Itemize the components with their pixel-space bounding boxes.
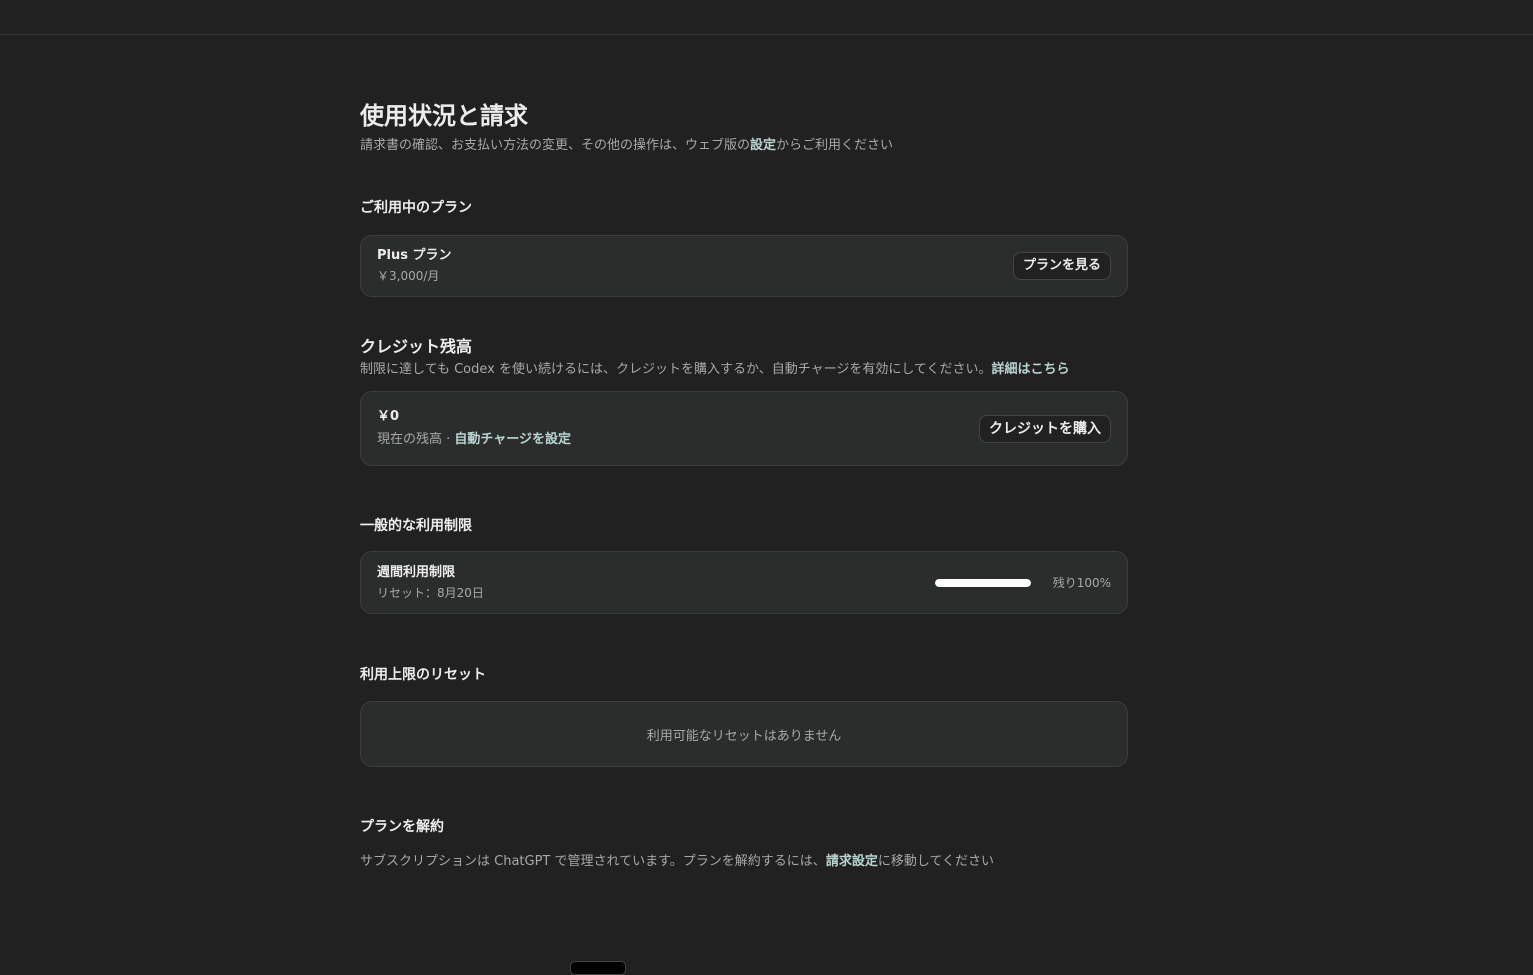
credits-title: クレジット残高 [360,337,473,356]
top-bar [0,0,1533,35]
limits-section: 一般的な利用制限 週間利用制限 リセット：8月20日 残り100% [360,516,1128,614]
plan-name: Plus プラン [377,248,452,263]
reset-section: 利用上限のリセット 利用可能なリセットはありません [360,665,1128,767]
page-subtitle: 請求書の確認、お支払い方法の変更、その他の操作は、ウェブ版の設定からご利用くださ… [360,136,1128,156]
page-subtitle-text-end: からご利用ください [776,138,894,153]
limits-title: 一般的な利用制限 [360,518,472,534]
progress-track [934,578,1031,587]
plan-card: Plus プラン ￥3,000/月 プランを見る [360,235,1128,297]
balance-label: 現在の残高 · [377,432,455,447]
credits-section: クレジット残高 制限に達しても Codex を使い続けるには、クレジットを購入す… [360,337,1128,466]
bottom-tab-handle[interactable] [570,961,626,975]
page-title: 使用状況と請求 [360,102,528,130]
balance-meta: 現在の残高 · 自動チャージを設定 [377,431,571,449]
learn-more-link[interactable]: 詳細はこちら [992,362,1070,377]
reset-date: リセット：8月20日 [377,585,484,600]
billing-settings-link[interactable]: 請求設定 [826,854,878,869]
weekly-limit-title: 週間利用制限 [377,564,456,580]
auto-charge-link[interactable]: 自動チャージを設定 [454,432,571,447]
credits-info: ￥0 現在の残高 · 自動チャージを設定 [377,408,571,449]
plan-price: ￥3,000/月 [377,269,440,283]
settings-link[interactable]: 設定 [750,138,776,153]
no-resets-text: 利用可能なリセットはありません [646,728,842,744]
cancel-desc: サブスクリプションは ChatGPT で管理されています。プランを解約するには、… [360,852,1128,872]
reset-card: 利用可能なリセットはありません [360,701,1128,767]
billing-content: 使用状況と請求 請求書の確認、お支払い方法の変更、その他の操作は、ウェブ版の設定… [360,98,1128,872]
credits-desc-text: 制限に達しても Codex を使い続けるには、クレジットを購入するか、自動チャー… [360,362,992,377]
cancel-desc-text-end: に移動してください [877,854,995,869]
current-plan-section: ご利用中のプラン Plus プラン ￥3,000/月 プランを見る [360,198,1128,297]
page-subtitle-text: 請求書の確認、お支払い方法の変更、その他の操作は、ウェブ版の [360,138,751,153]
reset-title: 利用上限のリセット [360,667,486,683]
progress-fill [934,578,1031,587]
plan-info: Plus プラン ￥3,000/月 [377,247,452,285]
buy-credits-button[interactable]: クレジットを購入 [979,414,1111,443]
credits-card: ￥0 現在の残高 · 自動チャージを設定 クレジットを購入 [360,391,1128,466]
weekly-limit-card: 週間利用制限 リセット：8月20日 残り100% [360,551,1128,614]
cancel-section: プランを解約 サブスクリプションは ChatGPT で管理されています。プランを… [360,817,1128,872]
credit-balance: ￥0 [377,409,400,424]
current-plan-title: ご利用中のプラン [360,200,472,216]
cancel-desc-text: サブスクリプションは ChatGPT で管理されています。プランを解約するには、 [360,854,826,869]
credits-desc: 制限に達しても Codex を使い続けるには、クレジットを購入するか、自動チャー… [360,360,1128,380]
weekly-limit-info: 週間利用制限 リセット：8月20日 [377,564,484,602]
cancel-title: プランを解約 [360,819,444,835]
view-plans-button[interactable]: プランを見る [1012,252,1111,280]
usage-progress: 残り100% [934,574,1111,591]
remaining-label: 残り100% [1052,576,1111,590]
